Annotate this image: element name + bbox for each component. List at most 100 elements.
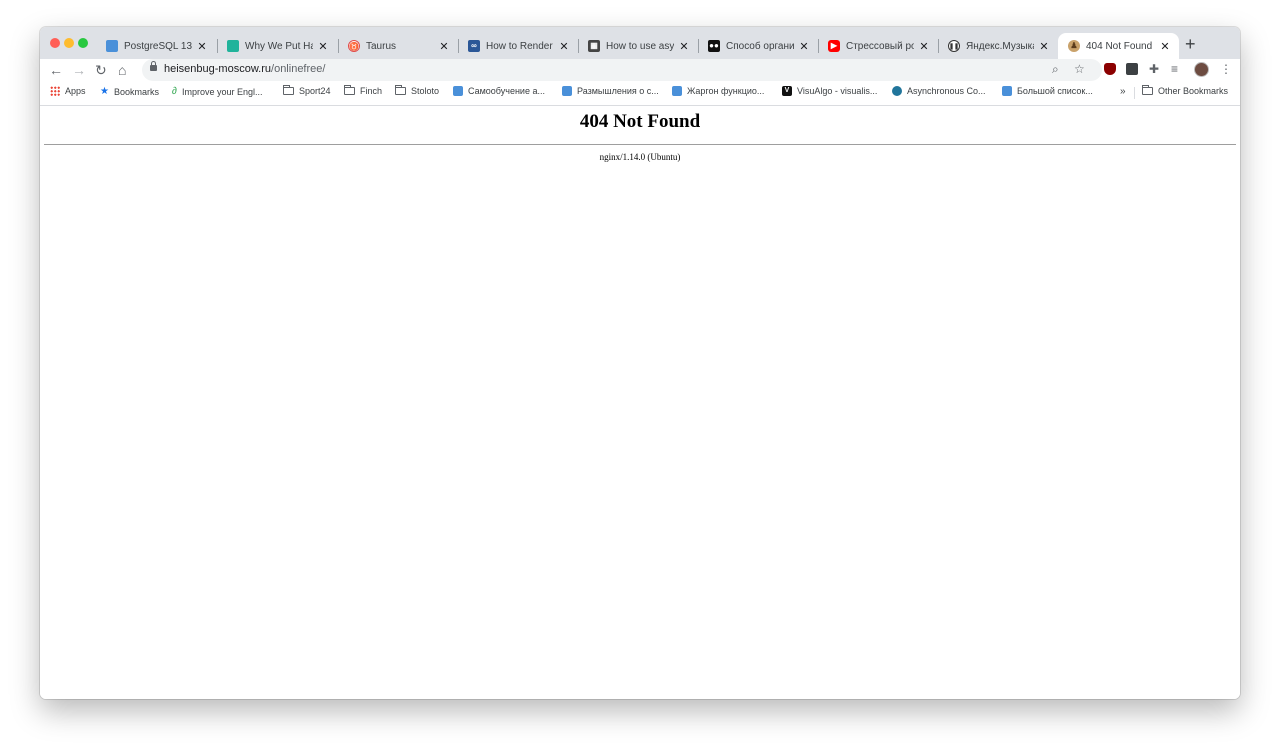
tab-title: Способ организа [726,40,794,52]
tab-title: 404 Not Found [1086,40,1153,52]
tab-strip: PostgreSQL 13: ha ✕ Why We Put Happ ✕ ♉ … [40,27,1240,59]
square-blue-icon [106,40,118,52]
star-icon: ★ [100,86,109,97]
window-maximize-button[interactable] [78,38,88,48]
tab-title: Яндекс.Музыка – [966,40,1034,52]
tab-title: How to Render a F [486,40,554,52]
figure-icon: ♟ [1068,40,1080,52]
close-icon[interactable]: ✕ [558,40,570,53]
bookmarks-overflow-button[interactable]: » [1120,86,1126,97]
bookmark-label: Other Bookmarks [1158,86,1229,96]
zoom-search-icon[interactable]: ⌕ [1052,62,1059,77]
tab-how-to-use-async[interactable]: ▦ How to use async ✕ [578,33,698,59]
tab-why-we-put[interactable]: Why We Put Happ ✕ [217,33,337,59]
toolbar: ← → ↻ ⌂ heisenbug-moscow.ru/onlinefree/ … [40,59,1240,81]
close-icon[interactable]: ✕ [678,40,690,53]
bookmarks-bar: Apps ★ Bookmarks ∂ Improve your Engl... … [40,81,1240,106]
bookmark-item[interactable]: Finch [344,85,383,96]
pause-icon: ❚❚ [948,40,960,52]
square-blue-icon [453,86,463,96]
bookmark-apps[interactable]: Apps [50,86,86,96]
reload-icon[interactable]: ↻ [95,61,107,79]
tab-taurus[interactable]: ♉ Taurus ✕ [338,33,458,59]
translate-icon: ∂ [172,86,177,97]
close-icon[interactable]: ✕ [918,40,930,53]
grid-icon: ▦ [588,40,600,52]
bookmark-label: Asynchronous Co... [907,86,986,96]
bookmark-star-icon[interactable]: ☆ [1074,62,1085,76]
bookmark-label: Apps [65,86,86,96]
close-icon[interactable]: ✕ [317,40,329,53]
window-minimize-button[interactable] [64,38,74,48]
tab-title: Why We Put Happ [245,40,313,52]
bookmark-item[interactable]: ★ Bookmarks [100,86,159,97]
infinity-icon: ∞ [468,40,480,52]
avatar[interactable] [1194,62,1209,77]
tab-title: Стрессовый рост [846,40,914,52]
tab-title: Taurus [366,40,397,52]
lock-icon [150,61,157,71]
close-icon[interactable]: ✕ [1159,40,1171,53]
close-icon[interactable]: ✕ [1038,40,1050,53]
bookmark-item[interactable]: Самообучение а... [453,86,545,96]
medium-icon: ●● [708,40,720,52]
bookmark-label: Finch [360,86,383,96]
tab-yandex-music[interactable]: ❚❚ Яндекс.Музыка – ✕ [938,33,1058,59]
bookmark-label: Размышления о с... [577,86,659,96]
address-bar[interactable]: heisenbug-moscow.ru/onlinefree/ ⌕ ☆ [142,59,1102,81]
tab-postgresql[interactable]: PostgreSQL 13: ha ✕ [96,33,216,59]
back-arrow-icon[interactable]: ← [49,61,63,79]
teal-book-icon [227,40,239,52]
page-title: 404 Not Found [579,111,701,132]
menu-kebab-icon[interactable]: ⋮ [1220,62,1232,76]
bookmark-item[interactable]: Sport24 [283,85,331,96]
bookmark-item[interactable]: Размышления о с... [562,86,659,96]
tab-sposob[interactable]: ●● Способ организа ✕ [698,33,818,59]
bookmark-label: Самообучение а... [468,86,545,96]
reading-list-icon[interactable]: ≡ [1171,62,1178,76]
bookmark-label: Improve your Engl... [181,86,263,97]
divider [44,144,1236,145]
visualgo-icon: V [782,86,792,96]
apps-grid-icon [50,86,60,96]
ublock-icon[interactable] [1104,63,1116,75]
close-icon[interactable]: ✕ [438,40,450,53]
bookmark-item[interactable]: Asynchronous Co... [892,86,986,96]
new-tab-button[interactable]: + [1185,35,1196,53]
bookmark-label: Sport24 [299,86,331,96]
bookmark-item[interactable]: Большой список... [1002,86,1093,96]
server-signature: nginx/1.14.0 (Ubuntu) [599,152,681,162]
url-path: /onlinefree/ [271,63,326,75]
close-icon[interactable]: ✕ [196,40,208,53]
bookmark-item[interactable]: V VisuAlgo - visualis... [782,86,877,96]
bookmark-label: VisuAlgo - visualis... [797,86,878,96]
extension-icon[interactable] [1126,63,1138,75]
bookmark-label: Жаргон функцио... [687,86,765,96]
forward-arrow-icon[interactable]: → [72,61,86,79]
browser-window: PostgreSQL 13: ha ✕ Why We Put Happ ✕ ♉ … [40,27,1240,699]
tab-title: PostgreSQL 13: ha [124,40,192,52]
tab-stressovy[interactable]: ▶ Стрессовый рост ✕ [818,33,938,59]
folder-icon [344,85,355,95]
url-text[interactable]: heisenbug-moscow.ru/onlinefree/ [164,63,325,75]
window-close-button[interactable] [50,38,60,48]
other-bookmarks[interactable]: Other Bookmarks [1142,85,1229,96]
page-content: 404 Not Found nginx/1.14.0 (Ubuntu) [40,106,1240,699]
bookmark-label: Stoloto [411,86,440,96]
square-blue-icon [672,86,682,96]
url-host: heisenbug-moscow.ru [164,63,272,75]
bookmark-item[interactable]: ∂ Improve your Engl... [172,86,263,97]
bookmark-item[interactable]: Жаргон функцио... [672,86,764,96]
folder-icon [395,85,406,95]
bookmark-item[interactable]: Stoloto [395,85,440,96]
tab-title: How to use async [606,40,674,52]
youtube-icon: ▶ [828,40,840,52]
bookmark-label: Bookmarks [113,86,159,97]
home-icon[interactable]: ⌂ [118,61,126,79]
folder-icon [283,85,294,95]
bookmark-label: Большой список... [1017,86,1093,96]
puzzle-icon[interactable]: ✚ [1149,62,1159,76]
close-icon[interactable]: ✕ [798,40,810,53]
tab-404-not-found[interactable]: ♟ 404 Not Found ✕ [1058,33,1179,59]
tab-how-to-render[interactable]: ∞ How to Render a F ✕ [458,33,578,59]
